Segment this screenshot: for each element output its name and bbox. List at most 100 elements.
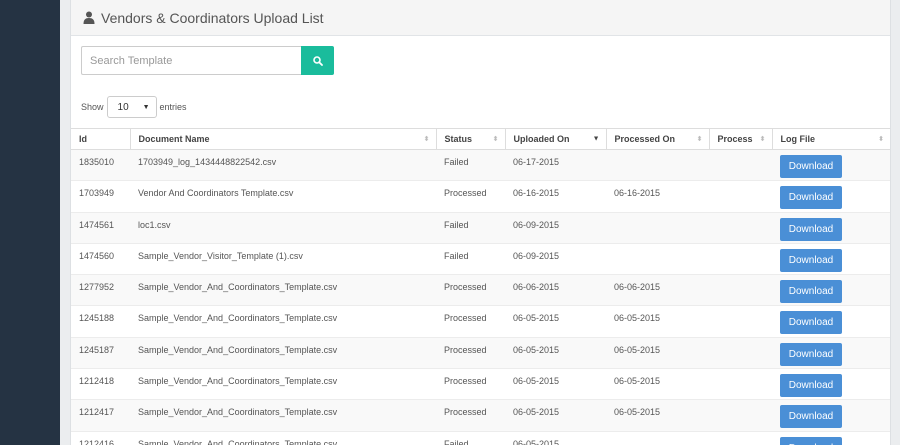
table-header-row: Id Document Name ⬍ Status ⬍ Uploaded On ▼ P…: [71, 128, 890, 150]
cell-log-file: Download: [772, 305, 890, 338]
search-icon: [312, 55, 323, 66]
table-row: 1245188 Sample_Vendor_And_Coordinators_Te…: [71, 305, 890, 338]
download-button[interactable]: Download: [780, 405, 842, 429]
cell-id: 1277952: [71, 274, 130, 307]
cell-process: [709, 243, 772, 276]
cell-process: [709, 399, 772, 432]
download-button[interactable]: Download: [780, 280, 842, 304]
cell-id: 1245187: [71, 337, 130, 370]
cell-status: Processed: [436, 305, 505, 338]
sort-both-icon: ⬍: [878, 136, 884, 143]
table-row: 1474561 loc1.csv Failed 06-09-2015 Download: [71, 212, 890, 244]
sort-both-icon: ⬍: [423, 136, 430, 143]
download-button[interactable]: Download: [780, 342, 842, 366]
cell-id: 1703949: [71, 180, 130, 213]
cell-uploaded-on: 06-05-2015: [505, 368, 606, 401]
table-row: 1245187 Sample_Vendor_And_Coordinators_Te…: [71, 337, 890, 370]
table-row: 1277952 Sample_Vendor_And_Coordinators_Te…: [71, 274, 890, 307]
cell-status: Processed: [436, 274, 505, 307]
upload-table: Id Document Name ⬍ Status ⬍ Uploaded On ▼ P…: [71, 128, 890, 445]
cell-status: Processed: [436, 180, 505, 213]
download-button[interactable]: Download: [780, 217, 842, 241]
search-input[interactable]: [81, 46, 301, 75]
download-button[interactable]: Download: [780, 186, 842, 210]
column-header-process[interactable]: Process ⬍: [709, 128, 773, 150]
cell-processed-on: 06-16-2015: [606, 180, 709, 213]
search-bar: [81, 46, 334, 75]
sort-both-icon: ⬍: [696, 136, 703, 143]
download-button[interactable]: Download: [780, 248, 842, 272]
cell-processed-on: 06-05-2015: [606, 399, 709, 432]
download-button[interactable]: Download: [780, 374, 842, 398]
cell-document-name: Sample_Vendor_And_Coordinators_Template.…: [130, 368, 436, 401]
cell-id: 1245188: [71, 305, 130, 338]
sort-both-icon: ⬍: [492, 136, 499, 143]
cell-uploaded-on: 06-06-2015: [505, 274, 606, 307]
cell-log-file: Download: [772, 399, 890, 432]
cell-status: Failed: [436, 431, 505, 445]
column-header-id[interactable]: Id: [71, 128, 131, 150]
cell-process: [709, 305, 772, 338]
cell-status: Failed: [436, 243, 505, 276]
cell-uploaded-on: 06-09-2015: [505, 212, 606, 244]
upload-list-panel: Vendors & Coordinators Upload List Show …: [70, 0, 891, 445]
cell-status: Failed: [436, 212, 505, 244]
cell-log-file: Download: [772, 212, 890, 244]
cell-process: [709, 149, 772, 182]
sort-desc-icon: ▼: [592, 135, 600, 143]
cell-status: Failed: [436, 149, 505, 182]
cell-id: 1474560: [71, 243, 130, 276]
caret-down-icon: ▼: [142, 103, 150, 111]
download-button[interactable]: Download: [780, 311, 842, 335]
search-button[interactable]: [301, 46, 334, 75]
table-body: 1835010 1703949_log_1434448822542.csv Fail…: [71, 149, 890, 445]
panel-heading: Vendors & Coordinators Upload List: [71, 0, 890, 36]
sort-both-icon: ⬍: [759, 136, 766, 143]
cell-id: 1212416: [71, 431, 130, 445]
entries-label: entries: [159, 102, 187, 112]
column-header-log-file[interactable]: Log File ⬍: [772, 128, 890, 150]
cell-process: [709, 431, 772, 445]
cell-id: 1212417: [71, 399, 130, 432]
cell-document-name: Sample_Vendor_And_Coordinators_Template.…: [130, 399, 436, 432]
cell-log-file: Download: [772, 149, 890, 182]
cell-document-name: Sample_Vendor_And_Coordinators_Template.…: [130, 274, 436, 307]
column-header-processed-on[interactable]: Processed On ⬍: [606, 128, 710, 150]
cell-id: 1474561: [71, 212, 130, 244]
cell-document-name: Sample_Vendor_Visitor_Template (1).csv: [130, 243, 436, 276]
cell-document-name: loc1.csv: [130, 212, 436, 244]
cell-uploaded-on: 06-17-2015: [505, 149, 606, 182]
download-button[interactable]: Download: [780, 155, 842, 178]
column-header-uploaded-on[interactable]: Uploaded On ▼: [505, 128, 607, 150]
table-row: 1212416 Sample_Vendor_And_Coordinators_Te…: [71, 431, 890, 445]
cell-document-name: Sample_Vendor_And_Coordinators_Template.…: [130, 305, 436, 338]
table-row: 1703949 Vendor And Coordinators Template.…: [71, 180, 890, 213]
cell-document-name: Sample_Vendor_And_Coordinators_Template.…: [130, 337, 436, 370]
cell-uploaded-on: 06-09-2015: [505, 243, 606, 276]
cell-processed-on: [606, 243, 709, 276]
cell-status: Processed: [436, 368, 505, 401]
column-header-document-name[interactable]: Document Name ⬍: [130, 128, 437, 150]
sidebar: [0, 0, 60, 445]
cell-uploaded-on: 06-16-2015: [505, 180, 606, 213]
download-button[interactable]: Download: [780, 436, 842, 445]
cell-log-file: Download: [772, 431, 890, 445]
cell-processed-on: 06-05-2015: [606, 368, 709, 401]
cell-log-file: Download: [772, 243, 890, 276]
column-header-status[interactable]: Status ⬍: [436, 128, 506, 150]
cell-processed-on: 06-05-2015: [606, 305, 709, 338]
entries-select-value: 10: [117, 101, 129, 113]
cell-process: [709, 180, 772, 213]
cell-id: 1212418: [71, 368, 130, 401]
cell-uploaded-on: 06-05-2015: [505, 337, 606, 370]
entries-select[interactable]: 10 ▼: [106, 96, 157, 118]
user-icon: [83, 11, 95, 24]
cell-status: Processed: [436, 399, 505, 432]
entries-length-control: Show 10 ▼ entries: [81, 96, 187, 118]
cell-processed-on: 06-05-2015: [606, 337, 709, 370]
cell-processed-on: [606, 149, 709, 182]
cell-log-file: Download: [772, 337, 890, 370]
table-row: 1212418 Sample_Vendor_And_Coordinators_Te…: [71, 368, 890, 401]
cell-document-name: Vendor And Coordinators Template.csv: [130, 180, 436, 213]
table-row: 1835010 1703949_log_1434448822542.csv Fail…: [71, 149, 890, 182]
